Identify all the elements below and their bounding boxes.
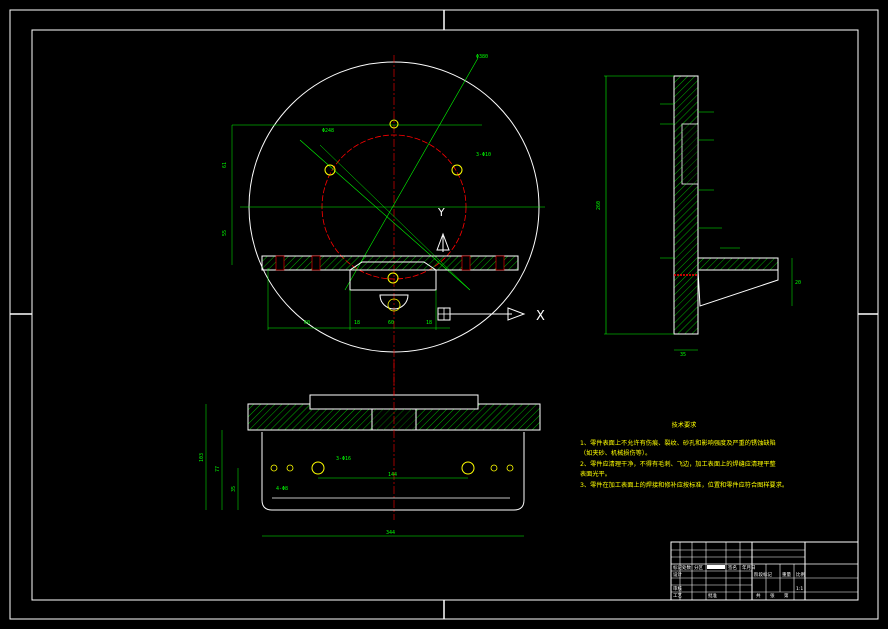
tech-req-line-5: 3、零件在加工表面上的焊接和修补应按标准，位置和零件应符合图样要求。 xyxy=(580,481,788,489)
svg-text:分区: 分区 xyxy=(694,564,703,571)
svg-text:审核: 审核 xyxy=(673,585,682,592)
tech-req-line-4: 表面光平。 xyxy=(580,470,611,478)
svg-text:重量: 重量 xyxy=(782,571,791,578)
svg-text:批准: 批准 xyxy=(708,592,717,599)
svg-text:比例: 比例 xyxy=(796,571,805,578)
svg-text:103: 103 xyxy=(199,453,205,462)
svg-text:35: 35 xyxy=(680,352,686,358)
svg-text:处数: 处数 xyxy=(682,564,691,571)
svg-text:60: 60 xyxy=(304,320,310,326)
svg-text:签名: 签名 xyxy=(728,564,737,571)
svg-text:344: 344 xyxy=(386,530,395,536)
cad-drawing: 61 55 60 60 18 18 Φ248 Φ380 3-Φ10 Y X 26… xyxy=(9,9,879,620)
tech-req-line-1: 1、零件表面上不允许有伤痕、裂纹、砂孔和影响强度及严重的锈蚀缺陷 xyxy=(580,439,776,447)
side-plate-hatch xyxy=(673,75,699,335)
axis-y-label: Y xyxy=(437,206,445,219)
bottom-view: 144 103 77 35 344 4-Φ8 3-Φ16 xyxy=(199,360,541,537)
title-block: 标记 处数 分区 签名 年月日 设计 审核 工艺 批准 阶段标记 重量 比例 1… xyxy=(670,541,859,601)
svg-text:18: 18 xyxy=(426,320,432,326)
flange-strip xyxy=(261,255,519,271)
tech-req-line-2: （如夹砂、机械损伤等）。 xyxy=(580,449,651,457)
svg-text:61: 61 xyxy=(222,162,228,168)
svg-text:55: 55 xyxy=(222,230,228,236)
svg-text:张: 张 xyxy=(770,592,775,599)
svg-text:144: 144 xyxy=(388,472,397,478)
axis-x-label: X xyxy=(536,309,545,324)
hole-right xyxy=(451,164,463,176)
svg-text:260: 260 xyxy=(596,201,602,210)
tech-requirements: 技术要求 1、零件表面上不允许有伤痕、裂纹、砂孔和影响强度及严重的锈蚀缺陷 （如… xyxy=(580,421,788,489)
svg-text:35: 35 xyxy=(231,486,237,492)
side-view: 260 35 20 xyxy=(596,75,801,358)
svg-text:共: 共 xyxy=(756,592,761,599)
svg-text:4-Φ8: 4-Φ8 xyxy=(276,486,288,492)
svg-text:20: 20 xyxy=(795,280,801,286)
tech-req-line-3: 2、零件应清理干净，不得有毛刺、飞边，加工表面上的焊缝应清理平整 xyxy=(580,460,776,468)
svg-text:18: 18 xyxy=(354,320,360,326)
svg-text:3-Φ16: 3-Φ16 xyxy=(336,456,351,462)
top-view: 61 55 60 60 18 18 Φ248 Φ380 3-Φ10 Y X xyxy=(222,54,545,395)
svg-text:年月日: 年月日 xyxy=(742,564,756,571)
svg-text:3-Φ10: 3-Φ10 xyxy=(476,152,491,158)
svg-text:Φ248: Φ248 xyxy=(322,128,334,134)
svg-text:77: 77 xyxy=(215,466,221,472)
svg-text:设计: 设计 xyxy=(673,571,682,578)
svg-text:阶段标记: 阶段标记 xyxy=(754,571,772,578)
svg-text:工艺: 工艺 xyxy=(673,593,682,599)
svg-text:Φ380: Φ380 xyxy=(476,54,488,60)
svg-text:1:1: 1:1 xyxy=(796,586,803,592)
svg-text:60: 60 xyxy=(388,320,394,326)
svg-text:第: 第 xyxy=(784,592,789,599)
tech-req-title: 技术要求 xyxy=(672,421,697,429)
